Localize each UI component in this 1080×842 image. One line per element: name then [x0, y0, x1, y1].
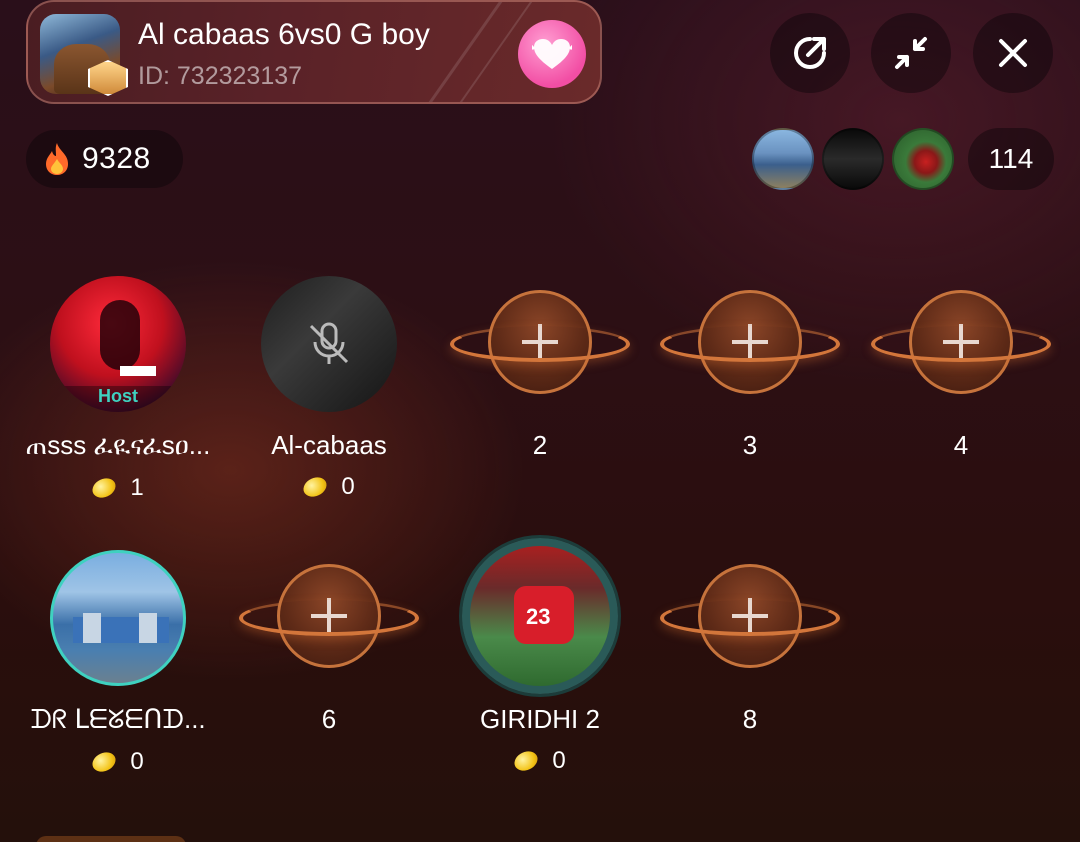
seat-1[interactable]: Al-cabaas 0	[229, 276, 429, 501]
tower-shape	[139, 613, 157, 643]
tower-shape	[83, 613, 101, 643]
seat-name: ᗪᖇ ᒪᗴᘜᗴᑎᗪ...	[30, 704, 206, 734]
coin-icon	[89, 748, 119, 776]
coin-icon	[511, 747, 541, 775]
heart-icon	[532, 39, 572, 69]
host-tag: Host	[50, 386, 186, 412]
bottom-panel-tab[interactable]	[36, 836, 186, 842]
empty-seat-2[interactable]: 2	[440, 276, 640, 461]
seat-number: 3	[742, 430, 758, 460]
fire-icon	[46, 143, 68, 175]
seat-number: 2	[532, 430, 548, 460]
coin-count: 1	[130, 474, 144, 501]
planet-ring	[450, 326, 630, 362]
seat-coins: 0	[440, 747, 640, 775]
viewer-count[interactable]: 114	[968, 128, 1054, 190]
name-plate-shape	[120, 366, 156, 376]
share-button[interactable]	[770, 13, 850, 93]
close-button[interactable]	[973, 13, 1053, 93]
planet-ring	[239, 600, 419, 636]
seat-7[interactable]: 23 GIRIDHI 2 0	[440, 538, 640, 775]
room-title: Al cabaas 6vs0 G boy	[138, 18, 430, 51]
silhouette-shape	[100, 300, 140, 370]
seat-number: 4	[953, 430, 969, 460]
avatar[interactable]	[261, 276, 397, 412]
planet-ring	[660, 326, 840, 362]
seat-5[interactable]: ᗪᖇ ᒪᗴᘜᗴᑎᗪ... 0	[18, 550, 218, 776]
room-id: ID: 732323137	[138, 62, 303, 90]
seat-name: Al-cabaas	[271, 430, 387, 460]
planet-ring	[660, 600, 840, 636]
seat-coins: 0	[229, 473, 429, 501]
card-sheen	[411, 2, 506, 102]
empty-seat-6[interactable]: 6	[229, 550, 429, 735]
share-icon	[794, 37, 826, 69]
planet-ring	[871, 326, 1051, 362]
coin-count: 0	[130, 748, 144, 775]
empty-seat-8[interactable]: 8	[650, 550, 850, 735]
follow-heart-button[interactable]	[518, 20, 586, 88]
empty-seat-4[interactable]: 4	[861, 276, 1061, 461]
avatar[interactable]: Host	[50, 276, 186, 412]
viewer-avatar[interactable]	[822, 128, 884, 190]
coin-icon	[89, 474, 119, 502]
viewer-avatar[interactable]	[892, 128, 954, 190]
close-icon	[999, 39, 1027, 67]
coin-count: 0	[341, 473, 355, 500]
room-header-card[interactable]: Al cabaas 6vs0 G boy ID: 732323137	[26, 0, 602, 104]
seat-number: 8	[742, 704, 758, 734]
empty-seat-3[interactable]: 3	[650, 276, 850, 461]
mic-muted-icon	[309, 322, 349, 364]
popularity-pill[interactable]: 9328	[26, 130, 183, 188]
viewer-avatar[interactable]	[752, 128, 814, 190]
avatar[interactable]: 23	[462, 538, 618, 694]
seat-name: ጠsss ፈዪናፈsዐ...	[25, 430, 211, 460]
minimize-icon	[895, 37, 927, 69]
minimize-button[interactable]	[871, 13, 951, 93]
seat-coins: 0	[18, 748, 218, 776]
avatar[interactable]	[50, 550, 186, 686]
seat-host[interactable]: Host ጠsss ፈዪናፈsዐ... 1	[18, 276, 218, 502]
seat-name: GIRIDHI 2	[480, 704, 600, 734]
coin-count: 0	[552, 747, 566, 774]
jersey-number-shape: 23	[526, 604, 551, 629]
popularity-value: 9328	[82, 142, 151, 175]
coin-icon	[300, 473, 330, 501]
seat-number: 6	[321, 704, 337, 734]
viewer-list[interactable]: 114	[744, 128, 1054, 190]
seat-coins: 1	[18, 474, 218, 502]
